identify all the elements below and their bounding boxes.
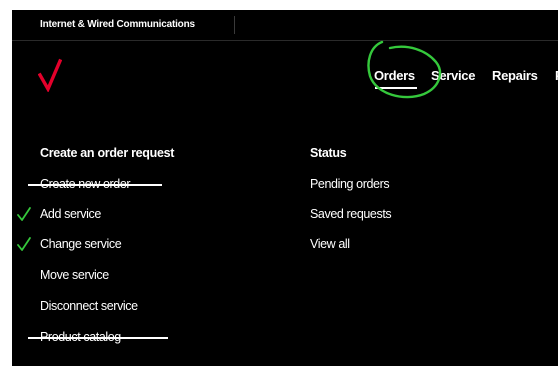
green-check-icon bbox=[17, 237, 31, 251]
checkmark-logo-icon[interactable] bbox=[38, 58, 62, 92]
topbar-divider bbox=[234, 16, 235, 34]
nav-repairs[interactable]: Repairs bbox=[492, 68, 538, 83]
strikethrough-annotation bbox=[28, 337, 168, 339]
disconnect-service-link[interactable]: Disconnect service bbox=[40, 299, 138, 313]
app-window: Internet & Wired Communications Orders S… bbox=[12, 10, 558, 366]
top-bar: Internet & Wired Communications bbox=[12, 10, 558, 41]
move-service-link[interactable]: Move service bbox=[40, 268, 109, 282]
green-check-icon bbox=[17, 207, 31, 221]
status-heading: Status bbox=[310, 146, 347, 160]
topbar-title[interactable]: Internet & Wired Communications bbox=[40, 19, 195, 30]
change-service-link[interactable]: Change service bbox=[40, 237, 122, 251]
strikethrough-annotation bbox=[28, 184, 162, 186]
create-order-heading: Create an order request bbox=[40, 146, 175, 160]
hand-drawn-circle-icon bbox=[367, 40, 442, 99]
add-service-link[interactable]: Add service bbox=[40, 207, 101, 221]
saved-requests-link[interactable]: Saved requests bbox=[310, 207, 392, 221]
view-all-link[interactable]: View all bbox=[310, 237, 350, 251]
pending-orders-link[interactable]: Pending orders bbox=[310, 177, 390, 191]
